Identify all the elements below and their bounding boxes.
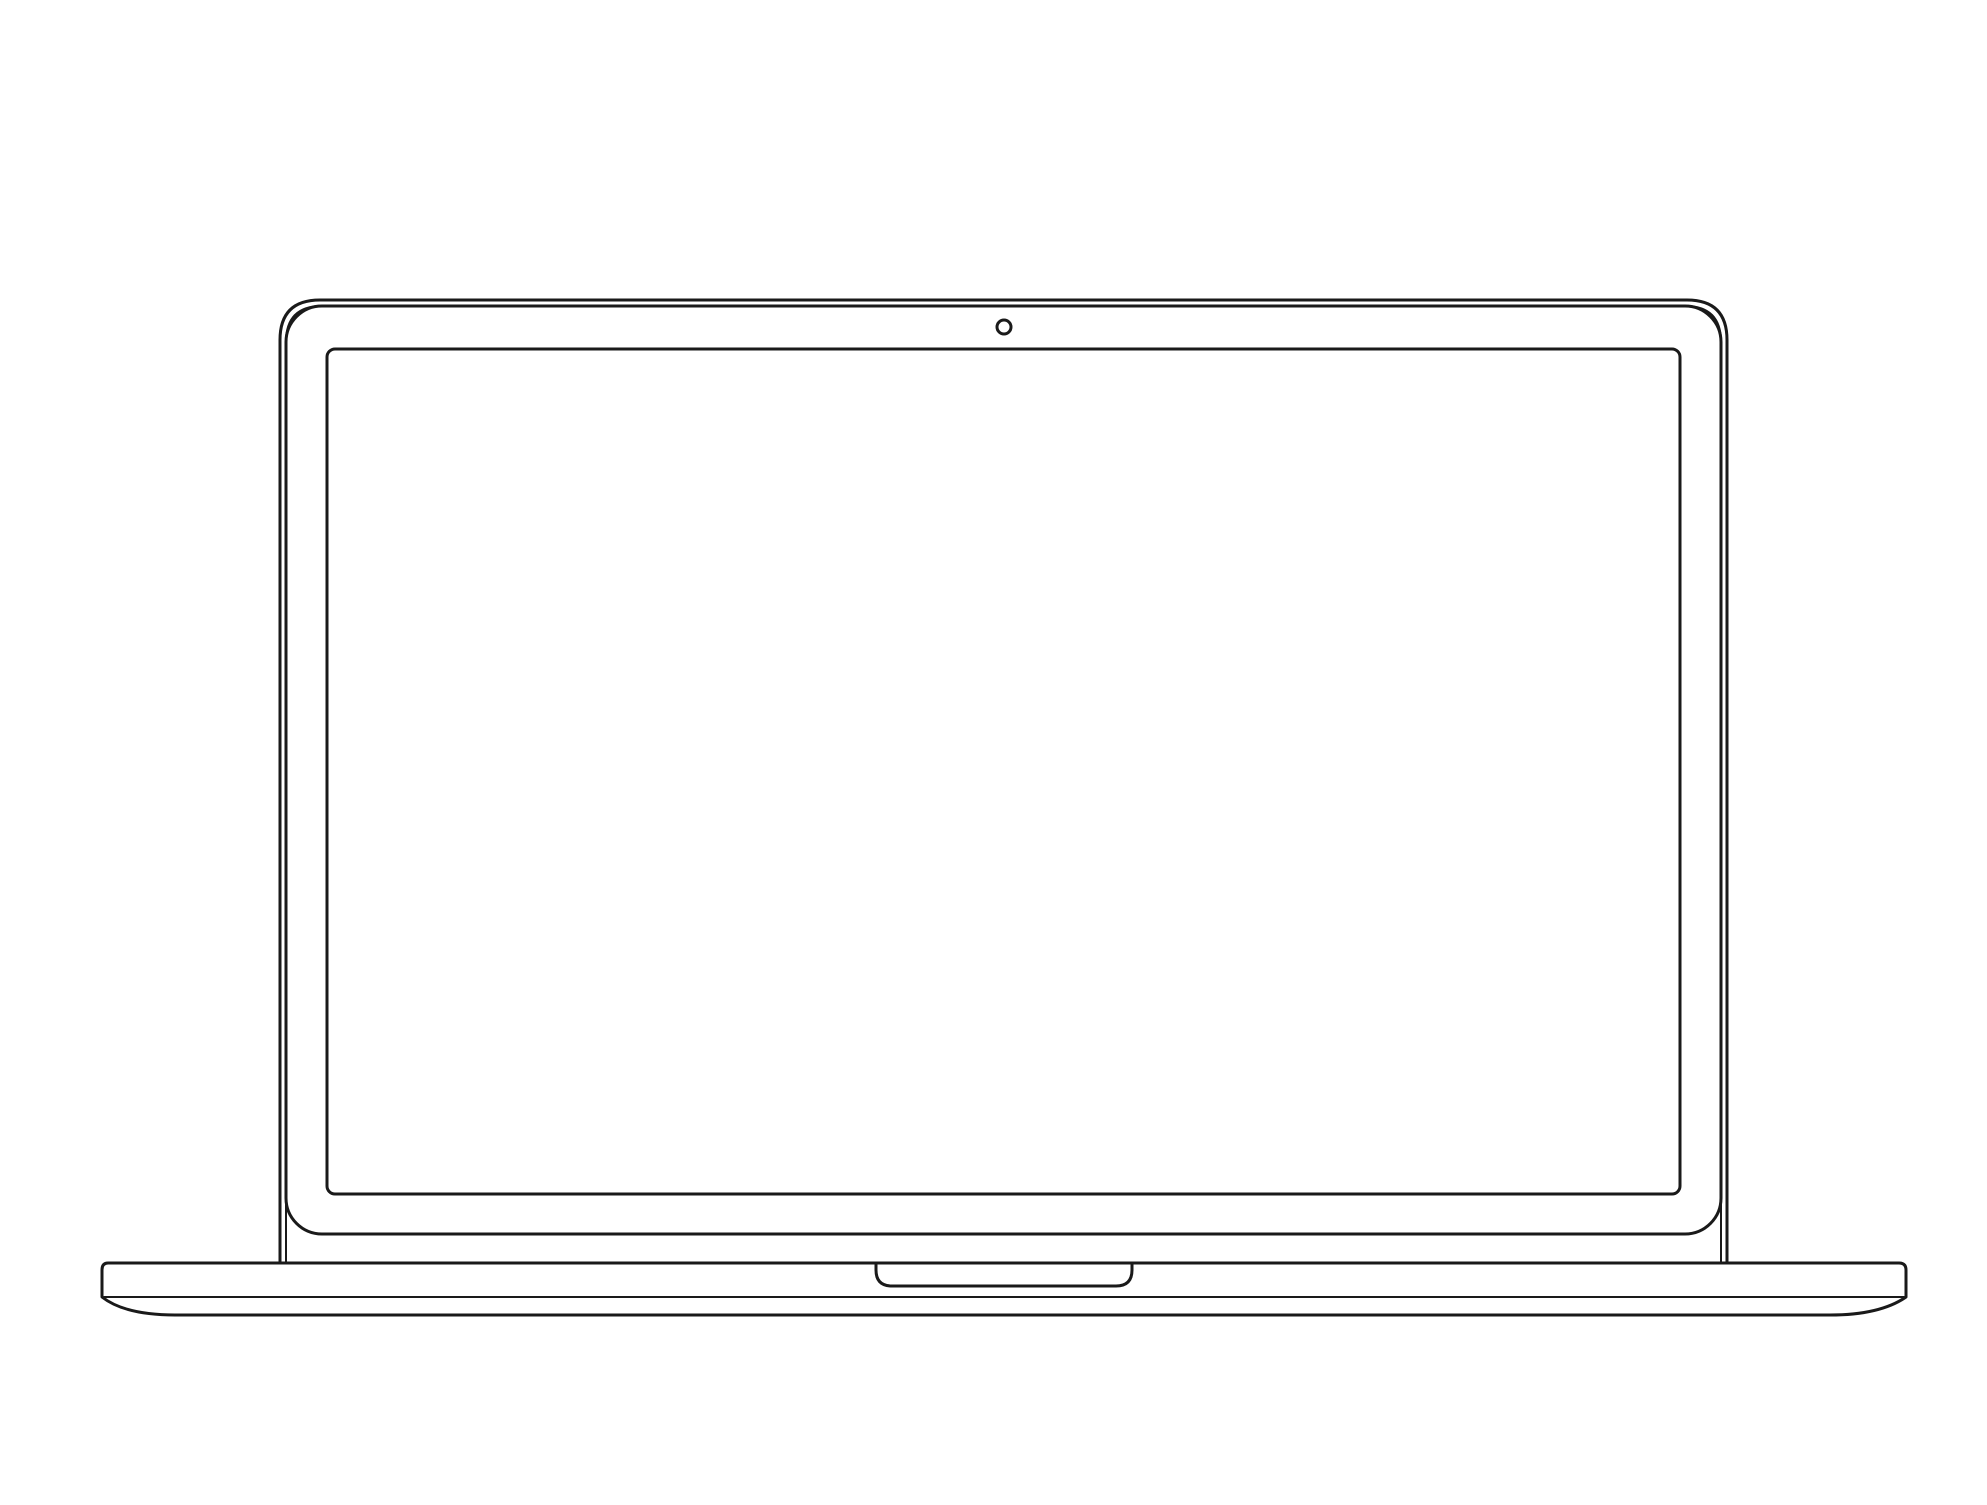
- laptop-screen: [325, 347, 1682, 1196]
- webcam-icon: [995, 318, 1013, 336]
- laptop-base: [100, 1261, 1908, 1317]
- laptop-illustration: [100, 298, 1908, 1317]
- laptop-notch: [874, 1261, 1134, 1288]
- illustration-canvas: [0, 0, 1987, 1505]
